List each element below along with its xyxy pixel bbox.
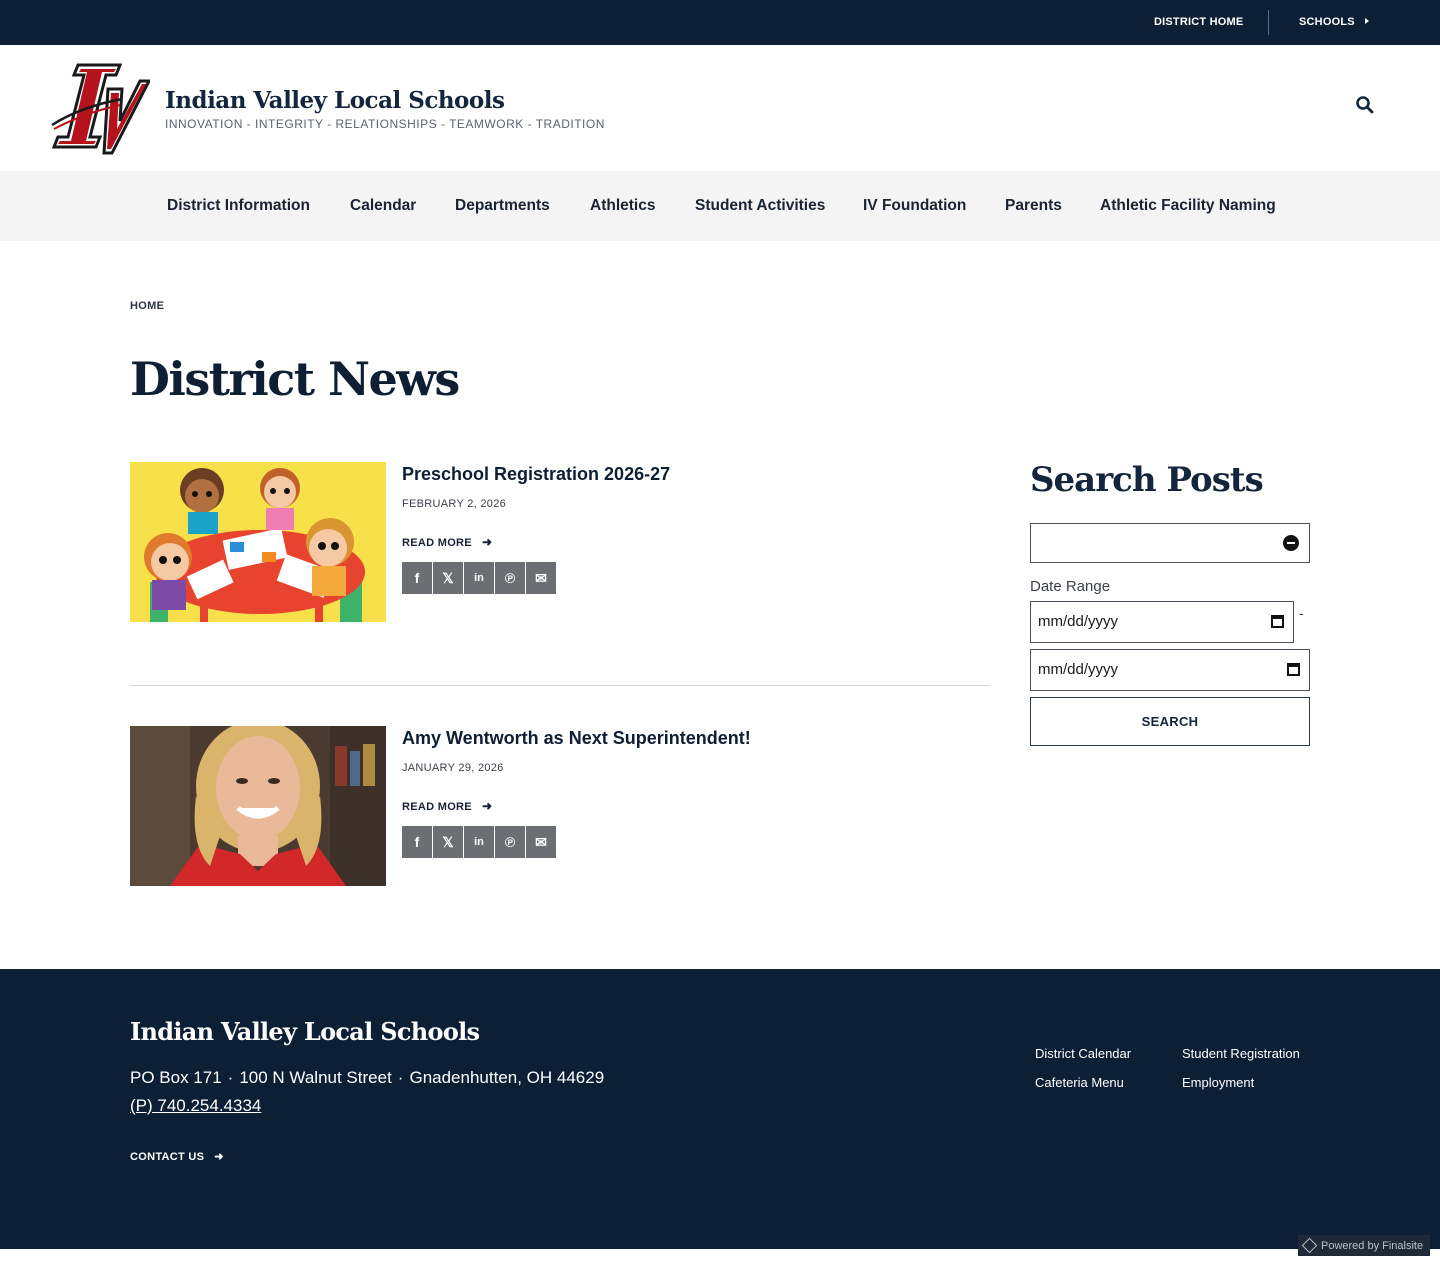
post-title[interactable]: Amy Wentworth as Next Superintendent! [402, 728, 751, 749]
email-icon[interactable]: ✉ [526, 562, 556, 594]
arrow-right-icon: ➜ [214, 1151, 224, 1163]
schools-menu[interactable]: SCHOOLS [1299, 16, 1369, 28]
nav-item-departments[interactable]: Departments [455, 197, 550, 215]
cafeteria-menu-link[interactable]: Cafeteria Menu [1035, 1075, 1124, 1090]
powered-by-label[interactable]: Powered by Finalsite [1321, 1240, 1423, 1252]
post-thumbnail-superintendent[interactable] [130, 726, 386, 886]
district-home-link[interactable]: DISTRICT HOME [1154, 16, 1243, 28]
arrow-right-icon: ➜ [481, 799, 493, 813]
arrow-right-icon: ➜ [481, 535, 493, 549]
clear-icon[interactable] [1283, 535, 1299, 551]
site-footer: Indian Valley Local Schools PO Box 171 · 1… [0, 969, 1440, 1249]
read-more-label[interactable]: READ MORE [402, 537, 472, 549]
post-title[interactable]: Preschool Registration 2026-27 [402, 464, 670, 485]
finalsite-icon [1301, 1237, 1318, 1254]
email-icon[interactable]: ✉ [526, 826, 556, 858]
date-range-separator: - [1299, 605, 1304, 621]
po-box: PO Box 171 [130, 1068, 222, 1087]
facebook-icon[interactable]: f [402, 826, 432, 858]
employment-link[interactable]: Employment [1182, 1075, 1254, 1090]
city-state-zip: Gnadenhutten, OH 44629 [409, 1068, 605, 1087]
site-title[interactable]: Indian Valley Local Schools [165, 87, 505, 114]
schools-label[interactable]: SCHOOLS [1299, 16, 1355, 28]
linkedin-icon[interactable]: in [464, 562, 494, 594]
nav-item-district-information[interactable]: District Information [167, 197, 310, 215]
end-date-input[interactable]: mm/dd/yyyy [1030, 649, 1310, 691]
pinterest-icon[interactable]: ℗ [495, 826, 525, 858]
student-registration-link[interactable]: Student Registration [1182, 1046, 1300, 1061]
news-post: Preschool Registration 2026-27 FEBRUARY … [130, 462, 990, 622]
iv-logo[interactable] [50, 59, 150, 157]
keyword-input[interactable] [1031, 524, 1271, 560]
street-address: 100 N Walnut Street [239, 1068, 392, 1087]
read-more-link[interactable]: READ MORE ➜ [402, 535, 492, 549]
breadcrumb-home[interactable]: HOME [130, 300, 164, 312]
calendar-icon[interactable] [1287, 663, 1300, 676]
date-range-label: Date Range [1030, 578, 1111, 595]
site-tagline: INNOVATION - INTEGRITY - RELATIONSHIPS -… [165, 117, 605, 131]
caret-right-icon [1364, 18, 1369, 25]
nav-item-student-activities[interactable]: Student Activities [695, 197, 825, 215]
read-more-link[interactable]: READ MORE ➜ [402, 799, 492, 813]
post-date: JANUARY 29, 2026 [402, 762, 504, 774]
post-thumbnail-preschool[interactable] [130, 462, 386, 622]
contact-us-label[interactable]: CONTACT US [130, 1151, 204, 1163]
phone-link[interactable]: (P) 740.254.4334 [130, 1096, 261, 1116]
end-date-placeholder: mm/dd/yyyy [1038, 661, 1119, 678]
post-divider [130, 685, 990, 686]
nav-item-calendar[interactable]: Calendar [350, 197, 416, 215]
main-navigation: District Information Calendar Department… [0, 171, 1440, 241]
nav-item-athletics[interactable]: Athletics [590, 197, 655, 215]
utility-bar: DISTRICT HOME SCHOOLS [0, 0, 1440, 45]
utility-divider [1268, 10, 1269, 35]
district-calendar-link[interactable]: District Calendar [1035, 1046, 1131, 1061]
facebook-icon[interactable]: f [402, 562, 432, 594]
nav-item-iv-foundation[interactable]: IV Foundation [863, 197, 966, 215]
nav-item-athletic-facility-naming[interactable]: Athletic Facility Naming [1100, 197, 1276, 215]
post-date: FEBRUARY 2, 2026 [402, 498, 507, 510]
x-icon[interactable]: 𝕏 [433, 826, 463, 858]
read-more-label[interactable]: READ MORE [402, 801, 472, 813]
nav-item-parents[interactable]: Parents [1005, 197, 1062, 215]
contact-us-link[interactable]: CONTACT US ➜ [130, 1150, 224, 1163]
search-icon[interactable] [1355, 95, 1375, 115]
calendar-icon[interactable] [1271, 615, 1284, 628]
x-icon[interactable]: 𝕏 [433, 562, 463, 594]
site-header: Indian Valley Local Schools INNOVATION -… [0, 45, 1440, 171]
search-button[interactable]: SEARCH [1030, 697, 1310, 746]
powered-by-badge[interactable]: Powered by Finalsite [1298, 1235, 1430, 1256]
start-date-input[interactable]: mm/dd/yyyy [1030, 601, 1294, 643]
linkedin-icon[interactable]: in [464, 826, 494, 858]
pinterest-icon[interactable]: ℗ [495, 562, 525, 594]
keyword-search-field[interactable] [1030, 523, 1310, 563]
address-separator: · [397, 1068, 404, 1087]
footer-address: PO Box 171 · 100 N Walnut Street · Gnadenhut… [130, 1068, 604, 1088]
page-title: District News [130, 352, 460, 406]
start-date-placeholder: mm/dd/yyyy [1038, 613, 1119, 630]
address-separator: · [227, 1068, 234, 1087]
share-buttons: f 𝕏 in ℗ ✉ [402, 562, 556, 594]
footer-title: Indian Valley Local Schools [130, 1017, 480, 1046]
share-buttons: f 𝕏 in ℗ ✉ [402, 826, 556, 858]
search-posts-title: Search Posts [1030, 460, 1264, 500]
news-post: Amy Wentworth as Next Superintendent! JA… [130, 726, 990, 886]
